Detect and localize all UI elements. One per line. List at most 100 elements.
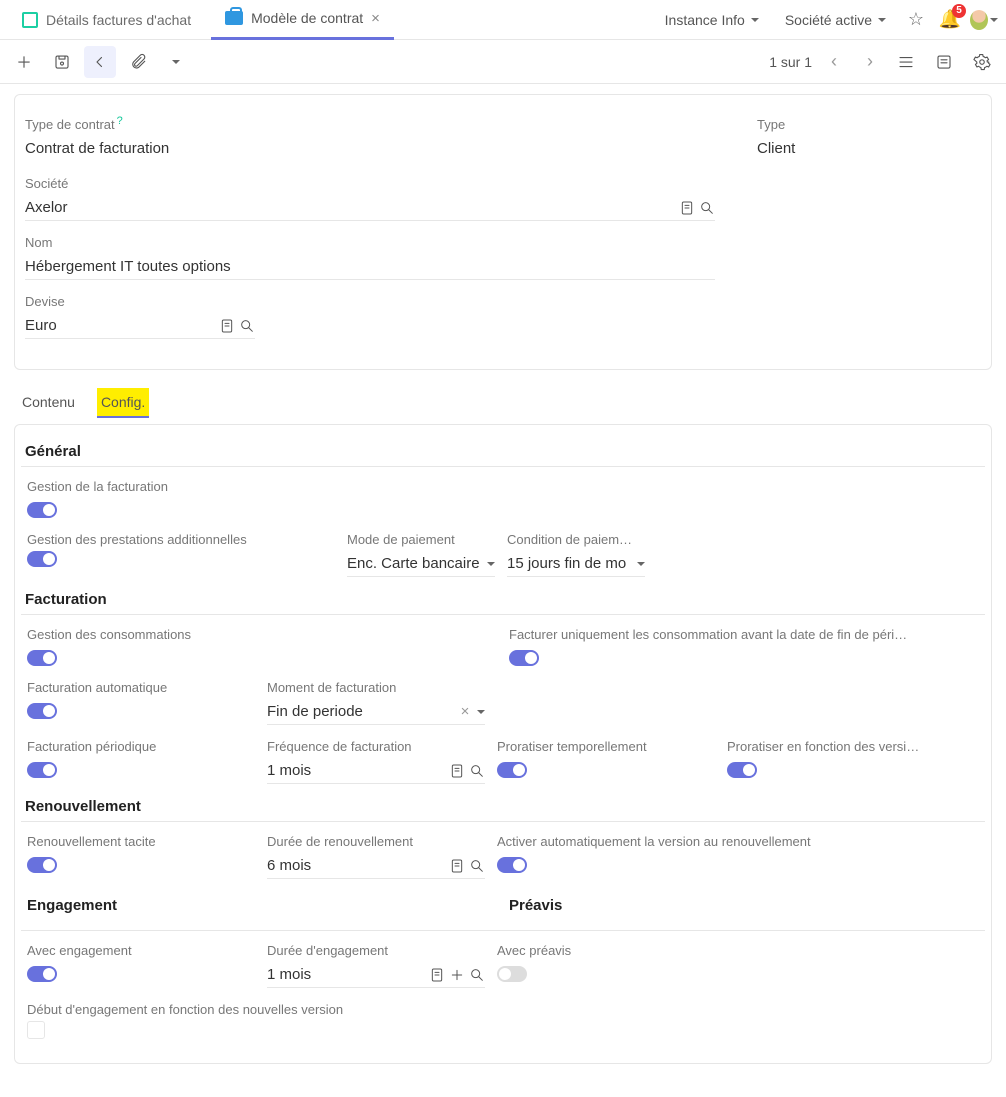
toggle-gestion-facturation[interactable] [27, 502, 57, 518]
help-icon[interactable]: ? [117, 115, 123, 127]
document-icon [22, 12, 38, 28]
clear-icon[interactable]: × [457, 704, 473, 720]
attach-button[interactable] [122, 46, 154, 78]
label-facturation-auto: Facturation automatique [27, 680, 255, 695]
toggle-avec-preavis[interactable] [497, 966, 527, 982]
search-icon[interactable] [469, 858, 485, 874]
tab-contract-template[interactable]: Modèle de contrat × [211, 0, 394, 40]
toggle-gestion-prestations[interactable] [27, 551, 57, 567]
label-proratiser-versions: Proratiser en fonction des versi… [727, 739, 945, 754]
menu-instance-info[interactable]: Instance Info [655, 12, 769, 28]
label-moment-facturation: Moment de facturation [267, 680, 485, 695]
select-mode-paiement[interactable]: Enc. Carte bancaire [347, 551, 495, 577]
list-view-button[interactable] [890, 46, 922, 78]
value-devise[interactable]: Euro [25, 313, 255, 339]
value-nom[interactable]: Hébergement IT toutes options [25, 254, 715, 280]
value-type-contrat[interactable]: Contrat de facturation [25, 136, 715, 162]
tab-config[interactable]: Config. [97, 388, 149, 418]
label-activer-auto-version: Activer automatiquement la version au re… [497, 834, 945, 849]
label-duree-renouvellement: Durée de renouvellement [267, 834, 485, 849]
value-type[interactable]: Client [757, 136, 1006, 162]
toggle-proratiser-versions[interactable] [727, 762, 757, 778]
label-duree-engagement: Durée d'engagement [267, 943, 485, 958]
label-debut-engagement: Début d'engagement en fonction des nouve… [27, 1002, 497, 1017]
label-type-contrat: Type de contrat? [25, 117, 715, 132]
chevron-down-icon [878, 18, 886, 26]
checkbox-debut-engagement[interactable] [27, 1021, 45, 1039]
open-record-icon[interactable] [449, 763, 465, 779]
search-icon[interactable] [469, 967, 485, 983]
new-button[interactable] [8, 46, 40, 78]
value-societe[interactable]: Axelor [25, 195, 715, 221]
label-condition-paiement: Condition de paiem… [507, 532, 645, 547]
label-societe: Société [25, 176, 715, 191]
label-facturer-conso-date: Facturer uniquement les consommation ava… [509, 627, 979, 642]
user-menu[interactable] [970, 6, 998, 34]
label-avec-preavis: Avec préavis [497, 943, 945, 958]
select-moment-facturation[interactable]: Fin de periode × [267, 699, 485, 725]
save-button[interactable] [46, 46, 78, 78]
menu-active-company[interactable]: Société active [775, 12, 896, 28]
pager-prev[interactable]: ‹ [820, 51, 848, 72]
form-card: Type de contrat? Contrat de facturation … [14, 94, 992, 370]
chevron-down-icon [172, 60, 180, 68]
search-icon[interactable] [699, 200, 715, 216]
tab-contenu[interactable]: Contenu [18, 388, 79, 418]
tab-label: Modèle de contrat [251, 10, 363, 26]
back-button[interactable] [84, 46, 116, 78]
open-record-icon[interactable] [219, 318, 235, 334]
label-gestion-facturation: Gestion de la facturation [27, 479, 497, 494]
label-frequence-facturation: Fréquence de facturation [267, 739, 485, 754]
toggle-proratiser-temporel[interactable] [497, 762, 527, 778]
section-general: Général [21, 439, 985, 460]
toggle-avec-engagement[interactable] [27, 966, 57, 982]
input-duree-renouvellement[interactable]: 6 mois [267, 853, 485, 879]
toggle-facturation-auto[interactable] [27, 703, 57, 719]
notification-badge: 5 [952, 4, 966, 18]
input-frequence-facturation[interactable]: 1 mois [267, 758, 485, 784]
form-view-button[interactable] [928, 46, 960, 78]
pager: 1 sur 1 ‹ › [769, 51, 884, 72]
tab-invoice-details[interactable]: Détails factures d'achat [8, 0, 205, 40]
open-record-icon[interactable] [429, 967, 445, 983]
briefcase-icon [225, 11, 243, 25]
more-button[interactable] [160, 46, 192, 78]
chevron-down-icon [990, 18, 998, 26]
section-preavis: Préavis [509, 893, 979, 914]
input-duree-engagement[interactable]: 1 mois [267, 962, 485, 988]
open-record-icon[interactable] [449, 858, 465, 874]
section-engagement: Engagement [27, 893, 497, 914]
label-facturation-periodique: Facturation périodique [27, 739, 255, 754]
search-icon[interactable] [239, 318, 255, 334]
chevron-down-icon [477, 710, 485, 718]
label-gestion-prestations: Gestion des prestations additionnelles [27, 532, 335, 547]
label-devise: Devise [25, 294, 255, 309]
label-gestion-consommations: Gestion des consommations [27, 627, 497, 642]
star-icon: ☆ [908, 9, 924, 30]
favorite-button[interactable]: ☆ [902, 6, 930, 34]
section-facturation: Facturation [21, 587, 985, 608]
notifications-button[interactable]: 🔔 5 [936, 6, 964, 34]
section-renouvellement: Renouvellement [21, 794, 985, 815]
label-proratiser-temporel: Proratiser temporellement [497, 739, 715, 754]
chevron-down-icon [751, 18, 759, 26]
label-type: Type [757, 117, 1006, 132]
search-icon[interactable] [469, 763, 485, 779]
toggle-facturer-conso-date[interactable] [509, 650, 539, 666]
settings-button[interactable] [966, 46, 998, 78]
toggle-gestion-consommations[interactable] [27, 650, 57, 666]
toggle-facturation-periodique[interactable] [27, 762, 57, 778]
label-mode-paiement: Mode de paiement [347, 532, 495, 547]
open-record-icon[interactable] [679, 200, 695, 216]
pager-info: 1 sur 1 [769, 54, 812, 70]
select-condition-paiement[interactable]: 15 jours fin de mo [507, 551, 645, 577]
toggle-activer-auto-version[interactable] [497, 857, 527, 873]
close-icon[interactable]: × [371, 10, 380, 27]
add-icon[interactable] [449, 967, 465, 983]
pager-next[interactable]: › [856, 51, 884, 72]
toggle-renouvellement-tacite[interactable] [27, 857, 57, 873]
app-tabbar: Détails factures d'achat Modèle de contr… [0, 0, 1006, 40]
tab-label: Détails factures d'achat [46, 12, 191, 28]
toolbar: 1 sur 1 ‹ › [0, 40, 1006, 84]
config-panel: Général Gestion de la facturation Gestio… [14, 424, 992, 1064]
